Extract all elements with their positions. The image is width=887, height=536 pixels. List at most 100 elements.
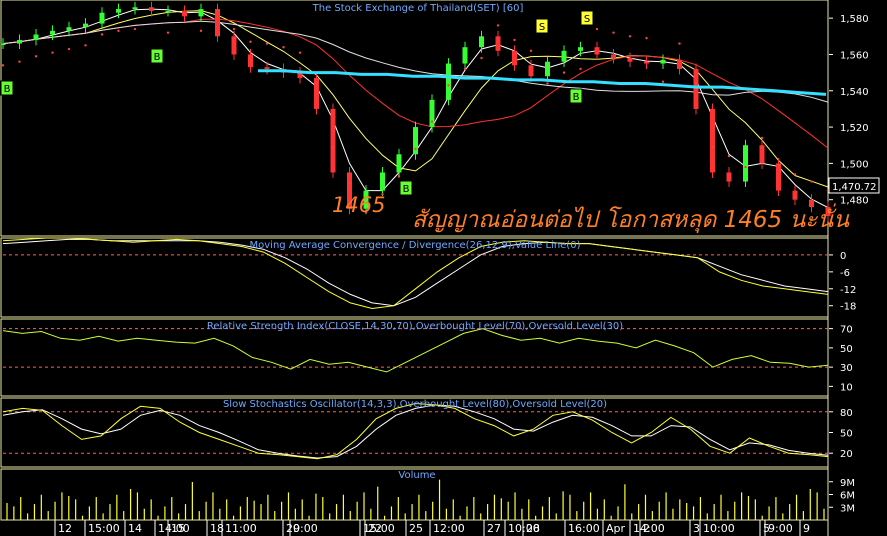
candle-body	[0, 43, 6, 46]
rsi-line	[2, 328, 829, 373]
x-tick-label: 27	[487, 522, 501, 535]
stoch-tick: 50	[840, 429, 853, 440]
sar-dot	[727, 154, 731, 158]
sar-dot	[661, 80, 665, 83]
sar-dot	[298, 51, 302, 54]
candle-body	[528, 65, 534, 77]
candle-body	[710, 108, 715, 173]
warning-annotation: สัญญาณอ่อนต่อไป โอกาสหลุด 1465 นะนั่น	[412, 203, 850, 233]
sar-dot	[694, 82, 698, 85]
x-tick-label: 12	[58, 522, 72, 535]
rsi-tick: 10	[840, 382, 853, 393]
candle-body	[644, 61, 649, 64]
sar-dot	[18, 60, 21, 63]
buy-signal-label: B	[403, 184, 410, 195]
candle-body	[198, 9, 204, 17]
macd-tick: -18	[840, 302, 856, 313]
sar-dot	[628, 35, 632, 38]
sell-signal-label: S	[539, 22, 545, 33]
x-tick-label: 9:00	[768, 522, 793, 535]
sar-dot	[331, 145, 335, 149]
candle-body	[380, 172, 385, 191]
sar-dot	[595, 27, 599, 31]
candle-body	[545, 61, 550, 77]
price-tick: 1,500	[840, 159, 869, 170]
sar-dot	[216, 9, 219, 13]
sar-dot	[645, 36, 648, 40]
sar-dot	[34, 55, 38, 58]
candle-body	[264, 67, 270, 69]
x-tick-label: 14	[128, 522, 142, 535]
buy-signal-label: B	[4, 84, 11, 95]
price-tick: 1,540	[840, 87, 869, 98]
x-tick-label: 10:00	[703, 522, 735, 535]
stoch-k-line	[2, 402, 829, 460]
candle-body	[677, 59, 682, 69]
x-tick-label: 12:00	[433, 522, 465, 535]
sar-dot	[348, 182, 351, 185]
x-tick-label: 2	[643, 522, 650, 535]
rsi-title: Relative Strength Index(CLOSE,14,30,70),…	[207, 321, 623, 332]
stochastics-title: Slow Stochastics Oscillator(14,3,3),Over…	[223, 399, 607, 410]
ma-fast-line	[2, 8, 829, 209]
sar-dot	[463, 67, 467, 71]
x-tick-label: 25	[409, 522, 423, 535]
chart-marks: B B B S S B 1,580 1,560 1,540 1,520 1,500 1,480 0 -6 -…	[0, 1, 869, 536]
sar-dot	[760, 136, 764, 140]
candle-body	[17, 39, 22, 44]
sar-dot	[117, 29, 120, 33]
x-tick-label: 11:00	[225, 522, 257, 535]
x-tick-label: 28	[526, 522, 540, 535]
candle-body	[99, 12, 105, 24]
x-tick-label: Apr	[606, 522, 626, 535]
sar-dot	[315, 82, 318, 85]
support-line	[258, 69, 827, 96]
sar-dot	[84, 44, 87, 47]
candle-body	[611, 54, 616, 59]
sar-dot	[100, 33, 104, 36]
x-tick-label: 15:00	[88, 522, 120, 535]
candle-body	[462, 47, 468, 64]
candle-body	[776, 163, 781, 191]
sar-dot	[282, 46, 285, 49]
buy-signal-label: B	[573, 92, 580, 103]
sar-dot	[777, 164, 780, 167]
candle-body	[66, 27, 72, 31]
rsi-tick: 70	[840, 325, 853, 336]
sell-signal-label: S	[584, 14, 590, 25]
candle-body	[330, 108, 336, 173]
candle-body	[561, 50, 567, 62]
sar-dot	[513, 38, 516, 42]
price-tick: 1,560	[840, 50, 869, 61]
ma-long-line	[2, 20, 829, 103]
chart-panels	[0, 0, 829, 536]
sar-dot	[793, 173, 797, 176]
sar-dot	[810, 180, 813, 183]
x-tick-label: 18	[210, 522, 224, 535]
sar-dot	[67, 47, 71, 51]
sar-dot	[249, 40, 252, 43]
volume-tick: 9M	[840, 478, 855, 489]
sar-dot	[612, 31, 615, 34]
candle-body	[149, 7, 154, 11]
sar-dot	[480, 56, 483, 60]
candle-body	[429, 99, 435, 128]
sar-dot	[166, 31, 170, 34]
candle-body	[660, 59, 666, 64]
sar-dot	[232, 27, 236, 31]
sar-dot	[562, 71, 566, 74]
volume-tick: 3M	[840, 503, 855, 514]
sar-dot	[265, 42, 269, 45]
sar-dot	[546, 82, 549, 85]
x-tick-label: 15	[171, 522, 185, 535]
price-tick: 1,480	[840, 196, 869, 207]
volume-tick: 6M	[840, 491, 855, 502]
sar-dot	[397, 174, 401, 178]
x-tick-label: 22	[368, 522, 382, 535]
sar-dot	[711, 145, 714, 149]
candle-body	[594, 47, 600, 55]
stock-chart: B B B S S B 1,580 1,560 1,540 1,520 1,500 1,480 0 -6 -…	[0, 0, 880, 536]
sar-dot	[414, 147, 417, 151]
sar-dot	[447, 84, 450, 87]
macd-tick: -6	[840, 268, 850, 279]
